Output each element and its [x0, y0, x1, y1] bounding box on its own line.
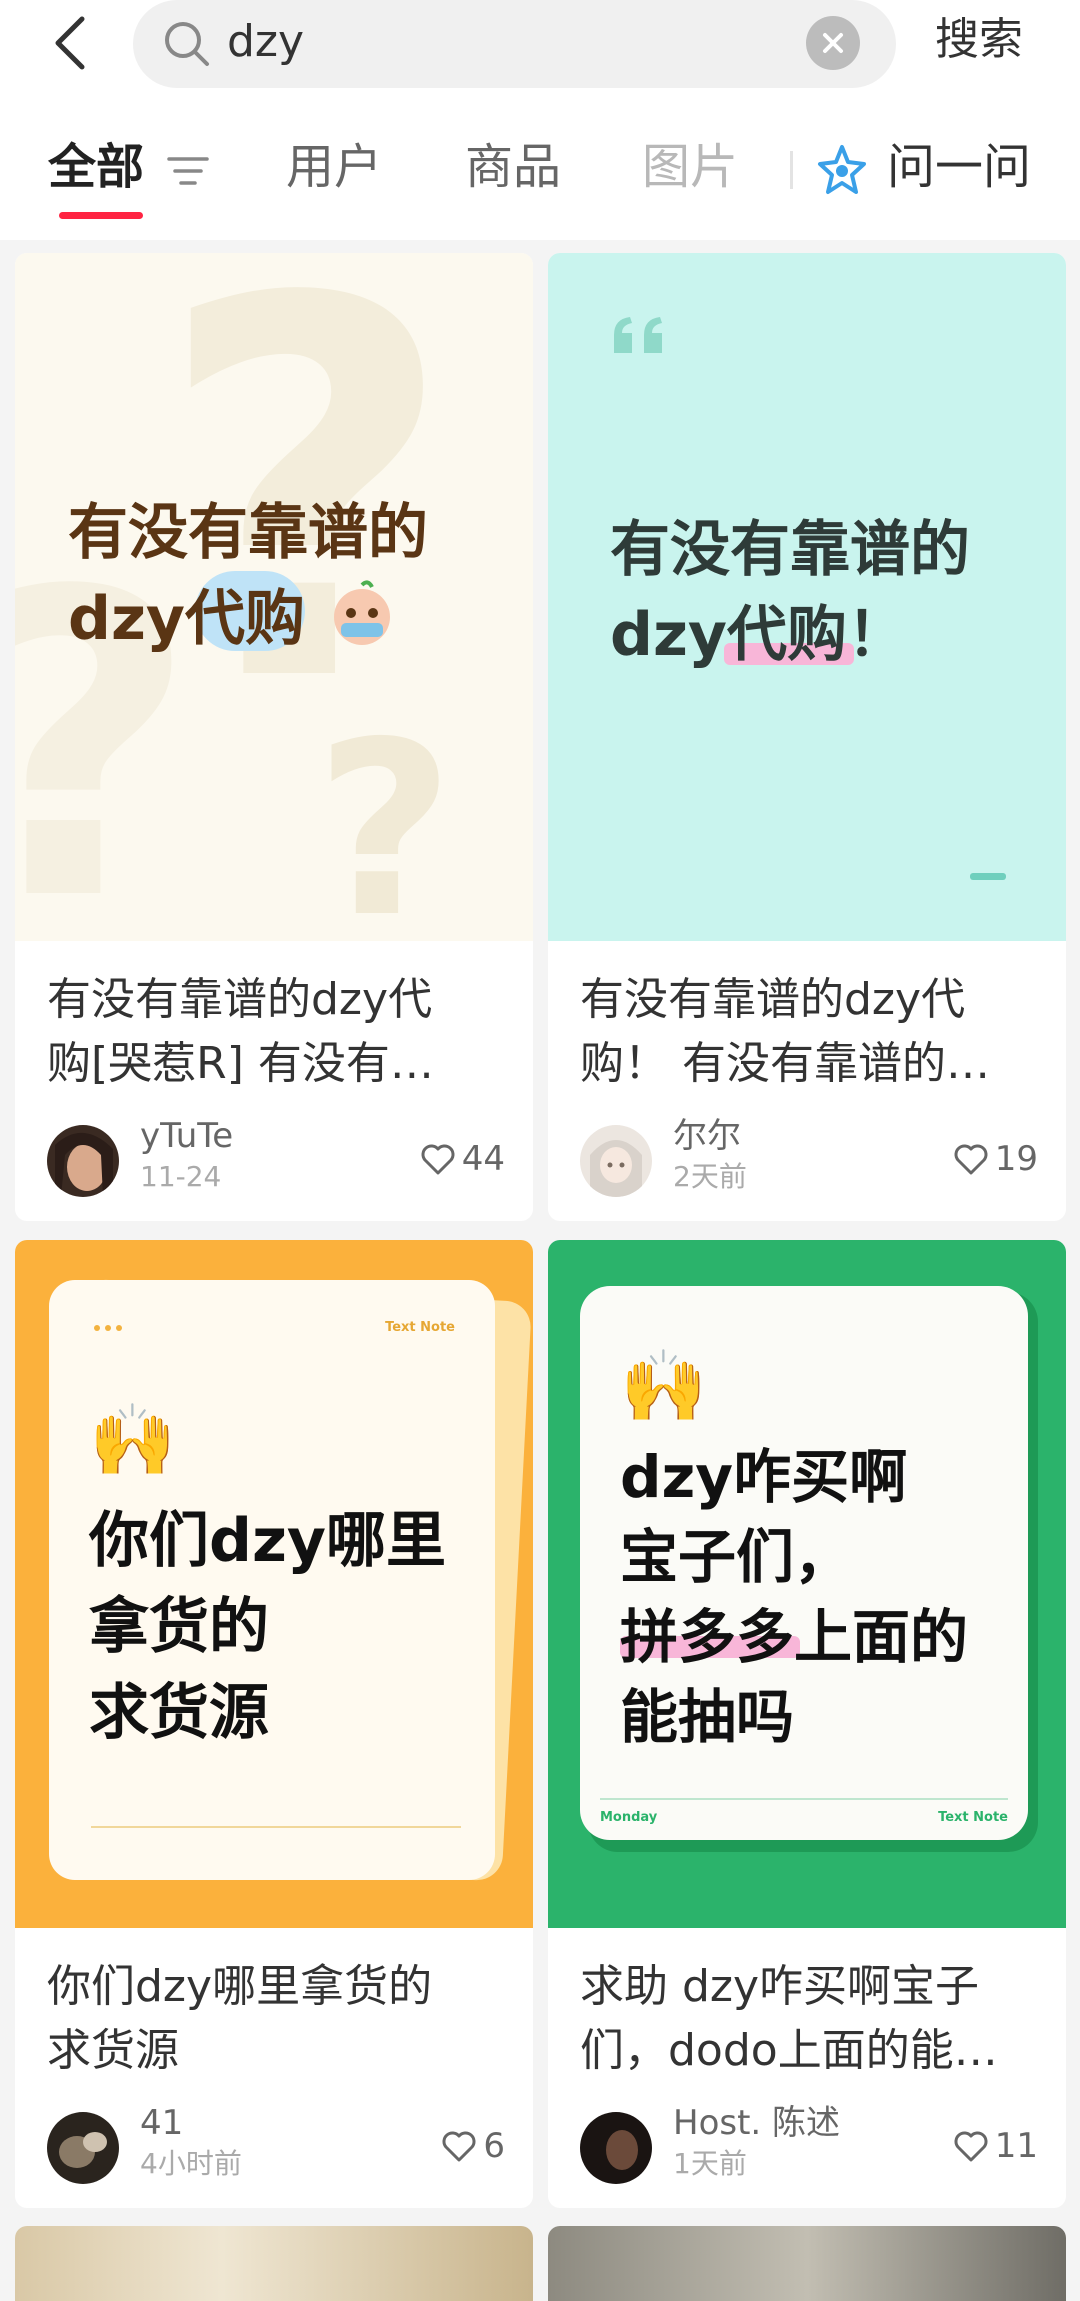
like-count: 19 — [994, 1139, 1038, 1179]
avatar[interactable] — [47, 1125, 119, 1197]
note-cover: ? ? ? 有没有靠谱的 dzy代购 — [15, 253, 533, 941]
post-date: 2天前 — [673, 1160, 747, 1193]
post-date: 4小时前 — [140, 2147, 242, 2180]
heart-icon — [954, 1144, 988, 1175]
clear-search-button[interactable] — [806, 16, 860, 70]
cover-line-2: 拿货的 — [89, 1592, 269, 1662]
svg-text:?: ? — [315, 690, 454, 941]
filter-tabs: 全部 用户 商品 图片 问一问 — [0, 135, 1080, 219]
like-button[interactable]: 11 — [953, 2126, 1038, 2166]
divider-line — [600, 1798, 1008, 1800]
back-button[interactable] — [40, 8, 100, 78]
cover-line-1: 你们dzy哪里 — [89, 1506, 446, 1576]
post-date: 11-24 — [140, 1160, 222, 1193]
note-paper: Text Note 🙌 你们dzy哪里 拿货的 求货源 — [49, 1280, 495, 1880]
author-name[interactable]: Host. 陈述 — [673, 2103, 840, 2143]
text-note-tag: Text Note — [385, 1320, 455, 1335]
note-title-line-2: 购[哭惹R] 有没有… — [47, 1038, 434, 1089]
cover-line-3: 拼多多上面的 — [620, 1603, 969, 1671]
note-card[interactable]: 🙌 dzy咋买啊 宝子们， 拼多多上面的 能抽吗 Monday Text Not… — [548, 1240, 1066, 2208]
avatar[interactable] — [580, 2112, 652, 2184]
tab-divider — [790, 151, 793, 189]
monday-tag: Monday — [600, 1810, 658, 1825]
filter-icon[interactable] — [167, 155, 209, 187]
like-count: 11 — [994, 2126, 1038, 2166]
note-title-line-1: 你们dzy哪里拿货的 — [47, 1961, 433, 2012]
tab-products[interactable]: 商品 — [465, 135, 561, 199]
top-bar: dzy 搜索 全部 用户 商品 图片 问一问 — [0, 0, 1080, 240]
cover-line-4: 能抽吗 — [620, 1683, 795, 1751]
note-paper: 🙌 dzy咋买啊 宝子们， 拼多多上面的 能抽吗 Monday Text Not… — [580, 1286, 1028, 1840]
avatar[interactable] — [47, 2112, 119, 2184]
ask-star-icon[interactable] — [815, 143, 869, 197]
like-button[interactable]: 19 — [953, 1139, 1038, 1179]
note-card[interactable]: 有没有靠谱的 dzy代购！ 有没有靠谱的dzy代 购！ 有没有靠谱的… 尔尔 2… — [548, 253, 1066, 1221]
avatar-face-icon — [59, 2132, 107, 2168]
quote-mark-icon — [614, 317, 662, 353]
like-button[interactable]: 6 — [441, 2126, 505, 2166]
search-query-text: dzy — [227, 16, 305, 67]
cover-line-3: 求货源 — [89, 1678, 269, 1748]
divider-line — [91, 1826, 461, 1828]
author-name[interactable]: 41 — [140, 2103, 183, 2143]
note-title-line-2: 购！ 有没有靠谱的… — [580, 1038, 990, 1089]
raised-hands-icon: 🙌 — [620, 1345, 708, 1427]
note-cover: Text Note 🙌 你们dzy哪里 拿货的 求货源 — [15, 1240, 533, 1928]
active-tab-indicator — [59, 212, 143, 219]
note-title-line-2: 们，dodo上面的能… — [580, 2025, 998, 2076]
author-name[interactable]: yTuTe — [140, 1116, 233, 1156]
decor-dash — [970, 873, 1006, 880]
avatar-face-icon — [55, 1132, 113, 1197]
search-icon — [165, 22, 209, 66]
heart-icon — [442, 2131, 476, 2162]
close-icon — [823, 33, 843, 53]
avatar-face-icon — [590, 1140, 642, 1197]
post-date: 1天前 — [673, 2147, 747, 2180]
tab-all[interactable]: 全部 — [48, 135, 144, 199]
heart-icon — [421, 1144, 455, 1175]
note-title-line-1: 求助 dzy咋买啊宝子 — [580, 1961, 980, 2012]
dots-icon — [94, 1325, 122, 1331]
cover-line-2: dzy代购！ — [610, 600, 907, 670]
note-cover: 🙌 dzy咋买啊 宝子们， 拼多多上面的 能抽吗 Monday Text Not… — [548, 1240, 1066, 1928]
like-count: 6 — [483, 2126, 505, 2166]
heart-icon — [954, 2131, 988, 2162]
note-cover: 有没有靠谱的 dzy代购！ — [548, 253, 1066, 941]
note-card[interactable] — [548, 2226, 1066, 2301]
note-card[interactable]: Text Note 🙌 你们dzy哪里 拿货的 求货源 你们dzy哪里拿货的 求… — [15, 1240, 533, 2208]
search-submit-button[interactable]: 搜索 — [935, 12, 1023, 68]
cover-line-1: dzy咋买啊 — [620, 1443, 908, 1511]
tab-ask[interactable]: 问一问 — [887, 135, 1031, 199]
note-cover-photo — [548, 2226, 1066, 2301]
crying-emoji-icon — [334, 580, 390, 645]
like-count: 44 — [461, 1139, 505, 1179]
cover-line-1: 有没有靠谱的 — [610, 515, 970, 585]
cover-line-1: 有没有靠谱的 — [68, 498, 428, 568]
avatar[interactable] — [580, 1125, 652, 1197]
search-input[interactable]: dzy — [133, 0, 896, 88]
author-name[interactable]: 尔尔 — [673, 1116, 741, 1156]
note-cover-photo — [15, 2226, 533, 2301]
tab-images[interactable]: 图片 — [642, 135, 738, 199]
note-card[interactable]: ? ? ? 有没有靠谱的 dzy代购 有没有靠谱的dzy代 购[哭惹R] 有没有… — [15, 253, 533, 1221]
raised-hands-icon: 🙌 — [89, 1399, 177, 1481]
chevron-left-icon — [55, 16, 85, 70]
cover-line-2: dzy代购 — [68, 584, 305, 654]
note-title-line-1: 有没有靠谱的dzy代 — [580, 974, 966, 1025]
note-card[interactable] — [15, 2226, 533, 2301]
like-button[interactable]: 44 — [420, 1139, 505, 1179]
avatar-face-icon — [606, 2130, 638, 2170]
text-note-tag: Text Note — [938, 1810, 1008, 1825]
note-title-line-2: 求货源 — [47, 2025, 179, 2076]
note-title-line-1: 有没有靠谱的dzy代 — [47, 974, 433, 1025]
cover-line-2: 宝子们， — [620, 1523, 853, 1591]
tab-users[interactable]: 用户 — [286, 135, 382, 199]
